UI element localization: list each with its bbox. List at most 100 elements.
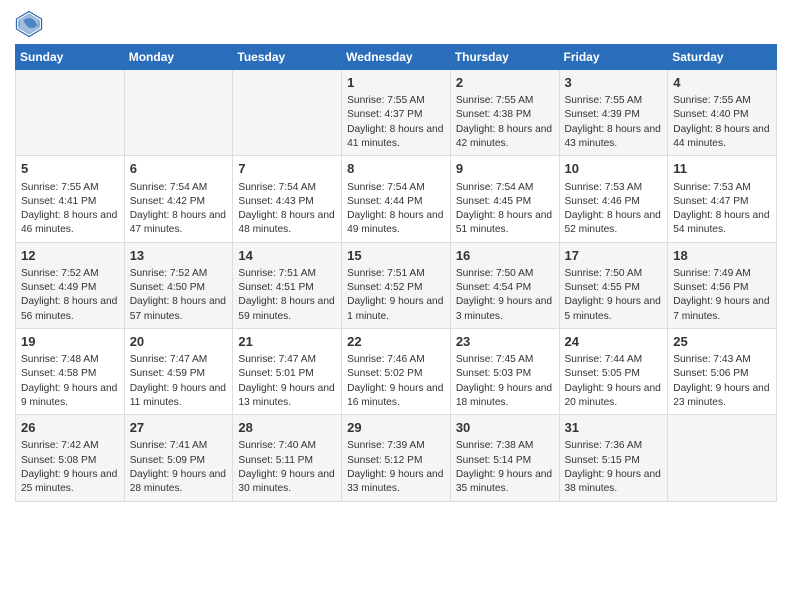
day-info: Sunset: 4:39 PM (565, 108, 663, 122)
day-info: Sunset: 5:14 PM (456, 454, 554, 468)
day-number: 8 (347, 160, 445, 178)
day-number: 25 (673, 333, 771, 351)
calendar-cell: 16Sunrise: 7:50 AMSunset: 4:54 PMDayligh… (450, 242, 559, 328)
day-info: Sunset: 4:50 PM (130, 281, 228, 295)
day-number: 28 (238, 419, 336, 437)
day-number: 23 (456, 333, 554, 351)
day-info: Daylight: 8 hours and 56 minutes. (21, 295, 119, 324)
day-info: Sunset: 4:52 PM (347, 281, 445, 295)
logo-icon (15, 10, 43, 38)
calendar-cell: 4Sunrise: 7:55 AMSunset: 4:40 PMDaylight… (668, 70, 777, 156)
calendar-cell: 25Sunrise: 7:43 AMSunset: 5:06 PMDayligh… (668, 328, 777, 414)
day-info: Daylight: 9 hours and 16 minutes. (347, 382, 445, 411)
day-info: Sunrise: 7:49 AM (673, 267, 771, 281)
calendar-cell: 9Sunrise: 7:54 AMSunset: 4:45 PMDaylight… (450, 156, 559, 242)
day-info: Sunrise: 7:55 AM (21, 181, 119, 195)
day-info: Daylight: 8 hours and 47 minutes. (130, 209, 228, 238)
calendar-cell: 11Sunrise: 7:53 AMSunset: 4:47 PMDayligh… (668, 156, 777, 242)
day-info: Sunset: 4:51 PM (238, 281, 336, 295)
day-info: Sunrise: 7:54 AM (456, 181, 554, 195)
day-number: 11 (673, 160, 771, 178)
day-info: Sunrise: 7:51 AM (238, 267, 336, 281)
calendar-cell: 29 Sunrise: 7:39 AMSunset: 5:12 PMDayligh… (342, 415, 451, 501)
day-info: Sunrise: 7:52 AM (21, 267, 119, 281)
day-info: Daylight: 9 hours and 25 minutes. (21, 468, 119, 497)
day-info: Sunrise: 7:55 AM (347, 94, 445, 108)
day-number: 19 (21, 333, 119, 351)
day-info: Sunrise: 7:47 AM (130, 353, 228, 367)
day-info: Sunset: 4:47 PM (673, 195, 771, 209)
calendar-cell: 26Sunrise: 7:42 AMSunset: 5:08 PMDayligh… (16, 415, 125, 501)
day-info: Daylight: 9 hours and 13 minutes. (238, 382, 336, 411)
calendar-cell: 8Sunrise: 7:54 AMSunset: 4:44 PMDaylight… (342, 156, 451, 242)
calendar-cell: 24Sunrise: 7:44 AMSunset: 5:05 PMDayligh… (559, 328, 668, 414)
day-info: Daylight: 9 hours and 1 minute. (347, 295, 445, 324)
calendar-cell (124, 70, 233, 156)
calendar-cell (668, 415, 777, 501)
day-number: 12 (21, 247, 119, 265)
day-info: Sunset: 4:56 PM (673, 281, 771, 295)
calendar-cell: 27 Sunrise: 7:41 AMSunset: 5:09 PMDayligh… (124, 415, 233, 501)
day-info: Daylight: 9 hours and 28 minutes. (130, 468, 228, 497)
day-info: Sunset: 5:06 PM (673, 367, 771, 381)
day-info: Sunset: 4:46 PM (565, 195, 663, 209)
calendar-cell: 23Sunrise: 7:45 AMSunset: 5:03 PMDayligh… (450, 328, 559, 414)
day-number: 26 (21, 419, 119, 437)
day-info: Sunset: 5:08 PM (21, 454, 119, 468)
day-info: Daylight: 8 hours and 48 minutes. (238, 209, 336, 238)
calendar-week-3: 12Sunrise: 7:52 AMSunset: 4:49 PMDayligh… (16, 242, 777, 328)
day-number: 21 (238, 333, 336, 351)
day-info: Daylight: 8 hours and 44 minutes. (673, 123, 771, 152)
day-info: Daylight: 9 hours and 20 minutes. (565, 382, 663, 411)
day-info: Daylight: 8 hours and 49 minutes. (347, 209, 445, 238)
day-info: Sunset: 5:05 PM (565, 367, 663, 381)
calendar-cell: 5Sunrise: 7:55 AMSunset: 4:41 PMDaylight… (16, 156, 125, 242)
calendar-cell (233, 70, 342, 156)
day-number: 31 (565, 419, 663, 437)
day-info: Sunrise: 7:50 AM (456, 267, 554, 281)
day-number: 7 (238, 160, 336, 178)
header (15, 10, 777, 38)
day-info: Sunset: 4:40 PM (673, 108, 771, 122)
day-info: Sunset: 5:11 PM (238, 454, 336, 468)
day-info: Sunset: 4:38 PM (456, 108, 554, 122)
day-info: Sunset: 4:43 PM (238, 195, 336, 209)
day-number: 27 (130, 419, 228, 437)
day-info: Sunrise: 7:39 AM (347, 439, 445, 453)
calendar-cell: 18Sunrise: 7:49 AMSunset: 4:56 PMDayligh… (668, 242, 777, 328)
day-info: Daylight: 8 hours and 46 minutes. (21, 209, 119, 238)
day-info: Daylight: 9 hours and 30 minutes. (238, 468, 336, 497)
day-info: Daylight: 8 hours and 52 minutes. (565, 209, 663, 238)
day-info: Daylight: 9 hours and 33 minutes. (347, 468, 445, 497)
calendar-week-5: 26Sunrise: 7:42 AMSunset: 5:08 PMDayligh… (16, 415, 777, 501)
calendar-cell: 10Sunrise: 7:53 AMSunset: 4:46 PMDayligh… (559, 156, 668, 242)
day-number: 29 (347, 419, 445, 437)
day-info: Sunset: 5:12 PM (347, 454, 445, 468)
day-info: Daylight: 9 hours and 5 minutes. (565, 295, 663, 324)
day-number: 17 (565, 247, 663, 265)
header-friday: Friday (559, 45, 668, 70)
day-info: Daylight: 8 hours and 41 minutes. (347, 123, 445, 152)
calendar-week-1: 1Sunrise: 7:55 AMSunset: 4:37 PMDaylight… (16, 70, 777, 156)
day-info: Daylight: 8 hours and 42 minutes. (456, 123, 554, 152)
header-monday: Monday (124, 45, 233, 70)
day-info: Sunrise: 7:54 AM (130, 181, 228, 195)
day-number: 30 (456, 419, 554, 437)
day-info: Sunrise: 7:50 AM (565, 267, 663, 281)
day-info: Sunrise: 7:51 AM (347, 267, 445, 281)
header-saturday: Saturday (668, 45, 777, 70)
day-number: 5 (21, 160, 119, 178)
calendar-header-row: SundayMondayTuesdayWednesdayThursdayFrid… (16, 45, 777, 70)
day-info: Sunrise: 7:41 AM (130, 439, 228, 453)
calendar-cell: 30Sunrise: 7:38 AMSunset: 5:14 PMDayligh… (450, 415, 559, 501)
day-info: Sunset: 5:09 PM (130, 454, 228, 468)
calendar-cell: 17Sunrise: 7:50 AMSunset: 4:55 PMDayligh… (559, 242, 668, 328)
day-number: 10 (565, 160, 663, 178)
calendar-cell: 20Sunrise: 7:47 AMSunset: 4:59 PMDayligh… (124, 328, 233, 414)
day-number: 13 (130, 247, 228, 265)
header-sunday: Sunday (16, 45, 125, 70)
day-info: Sunset: 4:37 PM (347, 108, 445, 122)
calendar-week-4: 19Sunrise: 7:48 AMSunset: 4:58 PMDayligh… (16, 328, 777, 414)
day-info: Daylight: 9 hours and 18 minutes. (456, 382, 554, 411)
day-info: Daylight: 8 hours and 51 minutes. (456, 209, 554, 238)
